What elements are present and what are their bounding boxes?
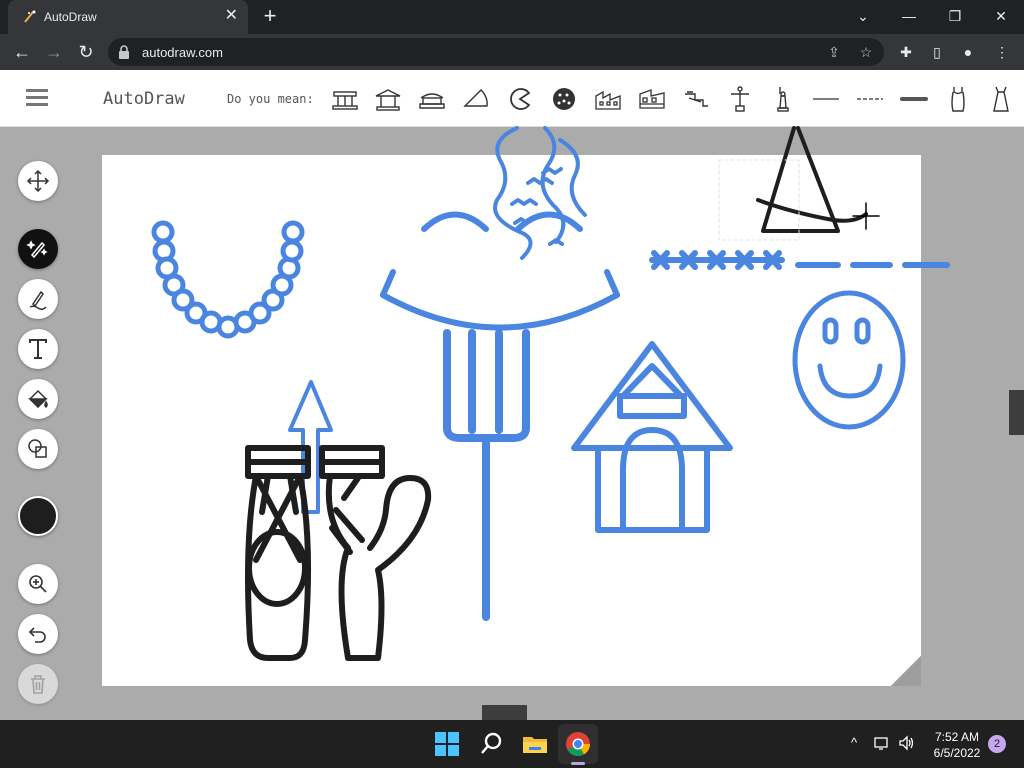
autodraw-tool-button[interactable] — [18, 229, 58, 269]
suggestion-line-icon[interactable] — [811, 84, 841, 114]
reload-button[interactable]: ↻ — [74, 41, 98, 63]
tab-title: AutoDraw — [44, 10, 97, 24]
browser-title-bar: AutoDraw ✕ + ⌄ — ❐ ✕ — [0, 0, 1024, 34]
suggestion-train-icon[interactable] — [637, 84, 667, 114]
suggestion-pagoda-icon[interactable] — [417, 84, 447, 114]
search-icon[interactable] — [477, 730, 505, 758]
type-tool-button[interactable] — [18, 329, 58, 369]
paint-bucket-icon — [28, 389, 48, 409]
close-window-button[interactable]: ✕ — [990, 6, 1012, 28]
file-explorer-icon[interactable] — [521, 730, 549, 758]
pencil-icon — [29, 290, 47, 311]
clock-time: 7:52 AM — [934, 730, 980, 744]
suggestion-statue-icon[interactable] — [725, 84, 755, 114]
suggestion-pie-icon[interactable] — [549, 84, 579, 114]
suggestion-dashed-line-icon[interactable] — [855, 84, 885, 114]
profile-avatar-icon[interactable]: ● — [958, 42, 978, 62]
delete-button[interactable] — [18, 664, 58, 704]
horizontal-scrollbar-thumb[interactable] — [482, 705, 527, 720]
suggestion-pizza-slice-icon[interactable] — [461, 84, 491, 114]
new-tab-button[interactable]: + — [258, 5, 282, 29]
suggestion-dress-2-icon[interactable] — [986, 84, 1016, 114]
windows-taskbar: ^ 7:52 AM 6/5/2022 2 — [0, 720, 1024, 768]
vertical-scrollbar-thumb[interactable] — [1009, 390, 1024, 435]
tray-overflow-chevron-icon[interactable]: ^ — [845, 734, 863, 752]
suggestion-thick-line-icon[interactable] — [899, 84, 929, 114]
side-panel-icon[interactable]: ▯ — [927, 42, 947, 62]
suggestion-temple-icon[interactable] — [330, 84, 360, 114]
suggestion-pac-man-icon[interactable] — [505, 84, 535, 114]
color-picker-swatch[interactable] — [18, 496, 58, 536]
bookmark-star-icon[interactable]: ☆ — [856, 42, 876, 62]
zoom-in-icon — [29, 575, 47, 593]
trash-icon — [31, 675, 45, 694]
clock-date: 6/5/2022 — [933, 746, 981, 760]
hamburger-menu-icon[interactable] — [26, 89, 48, 107]
autodraw-favicon-icon — [24, 10, 36, 23]
suggestion-statue-of-liberty-icon[interactable] — [768, 84, 798, 114]
suggestion-prompt: Do you mean: — [227, 92, 314, 106]
restore-button[interactable]: ❐ — [944, 6, 966, 28]
windows-start-icon[interactable] — [433, 730, 461, 758]
suggestion-dress-icon[interactable] — [943, 84, 973, 114]
back-button[interactable]: ← — [10, 41, 34, 63]
shapes-icon — [28, 439, 47, 458]
tab-search-icon[interactable]: ⌄ — [852, 6, 874, 28]
move-arrows-icon — [26, 169, 50, 193]
suggestion-stairs-icon[interactable] — [681, 84, 711, 114]
chrome-menu-icon[interactable]: ⋮ — [992, 42, 1012, 62]
chrome-active-indicator — [571, 762, 585, 765]
shape-tool-button[interactable] — [18, 429, 58, 469]
extensions-puzzle-icon[interactable]: ✚ — [896, 42, 916, 62]
lock-icon — [119, 45, 129, 59]
fill-tool-button[interactable] — [18, 379, 58, 419]
address-bar[interactable]: autodraw.com ⇪ ☆ — [108, 38, 884, 66]
suggestion-factory-icon[interactable] — [593, 84, 623, 114]
share-icon[interactable]: ⇪ — [824, 42, 844, 62]
autodraw-header: AutoDraw Do you mean: — [0, 70, 1024, 127]
zoom-tool-button[interactable] — [18, 564, 58, 604]
browser-toolbar: ← → ↻ autodraw.com ⇪ ☆ ✚ ▯ ● ⋮ — [0, 34, 1024, 70]
chrome-icon[interactable] — [564, 730, 592, 758]
draw-tool-button[interactable] — [18, 279, 58, 319]
magic-pencil-icon — [26, 240, 48, 259]
volume-icon[interactable] — [898, 734, 916, 752]
minimize-button[interactable]: — — [898, 6, 920, 28]
suggestion-pavilion-icon[interactable] — [373, 84, 403, 114]
tab-close-icon[interactable]: ✕ — [225, 8, 238, 24]
canvas-resize-corner[interactable] — [891, 656, 921, 686]
select-tool-button[interactable] — [18, 161, 58, 201]
display-icon[interactable] — [873, 734, 891, 752]
browser-tab-autodraw[interactable]: AutoDraw ✕ — [8, 0, 248, 34]
undo-icon — [28, 627, 46, 643]
autodraw-logo: AutoDraw — [103, 89, 185, 109]
system-clock[interactable]: 7:52 AM 6/5/2022 — [924, 729, 990, 761]
text-icon — [29, 339, 47, 359]
undo-button[interactable] — [18, 614, 58, 654]
forward-button[interactable]: → — [42, 41, 66, 63]
url-text: autodraw.com — [142, 45, 223, 60]
drawing-canvas[interactable] — [102, 155, 921, 686]
notification-badge[interactable]: 2 — [988, 735, 1006, 753]
